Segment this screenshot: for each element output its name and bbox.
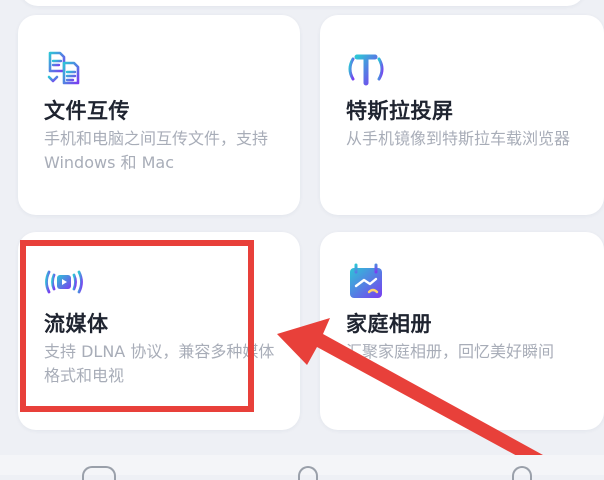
card-description: 手机和电脑之间互传文件，支持 Windows 和 Mac (44, 129, 269, 172)
tab-icon-home[interactable] (82, 466, 116, 480)
card-family-album[interactable]: 家庭相册 汇聚家庭相册，回忆美好瞬间 (320, 232, 604, 430)
family-album-icon (350, 263, 382, 298)
card-file-transfer[interactable]: 文件互传 手机和电脑之间互传文件，支持 Windows 和 Mac (18, 15, 300, 215)
tesla-cast-icon (348, 54, 384, 86)
tab-icon-profile[interactable] (512, 466, 532, 480)
card-title: 文件互传 (44, 99, 130, 123)
card-tesla-cast[interactable]: 特斯拉投屏 从手机镜像到特斯拉车载浏览器 (320, 15, 604, 215)
tab-icon-discover[interactable] (298, 466, 318, 480)
card-title: 家庭相册 (346, 312, 432, 336)
card-description: 汇聚家庭相册，回忆美好瞬间 (346, 342, 555, 361)
card-streaming[interactable]: 流媒体 支持 DLNA 协议，兼容多种媒体格式和电视 (18, 232, 300, 430)
previous-card-edge (20, 0, 585, 6)
card-description: 从手机镜像到特斯拉车载浏览器 (346, 129, 571, 148)
card-description: 支持 DLNA 协议，兼容多种媒体格式和电视 (44, 342, 275, 385)
card-title: 流媒体 (44, 312, 109, 336)
card-title: 特斯拉投屏 (346, 99, 454, 123)
file-transfer-icon (47, 51, 80, 85)
streaming-icon (45, 270, 83, 294)
